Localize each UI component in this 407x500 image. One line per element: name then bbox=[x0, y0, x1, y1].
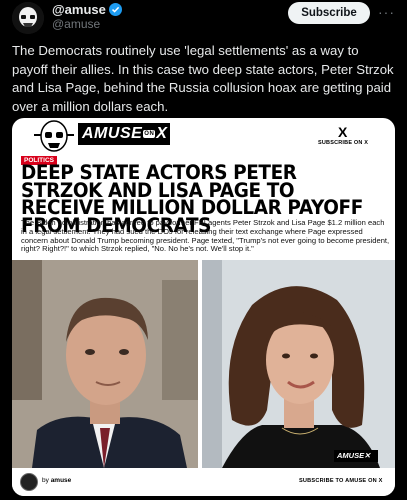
card-logo-bar: AMUSE ON X X SUBSCRIBE ON X bbox=[12, 118, 395, 154]
amuse-watermark-badge: AMUSE✕ bbox=[334, 450, 378, 462]
stormtrooper-logo-icon bbox=[34, 120, 74, 152]
subscribe-on-x-label: SUBSCRIBE ON X bbox=[318, 140, 369, 146]
footer-author: amuse bbox=[50, 477, 72, 484]
footer-byline: by amuse bbox=[42, 477, 71, 484]
x-logo-icon: X bbox=[338, 124, 348, 140]
display-name-text[interactable]: @amuse bbox=[52, 2, 106, 17]
user-handle[interactable]: @amuse bbox=[52, 17, 100, 31]
card-footer: by amuse SUBSCRIBE TO AMUSE ON X bbox=[12, 468, 395, 496]
photo-peter-strzok bbox=[12, 260, 198, 468]
more-dots-icon[interactable]: ··· bbox=[378, 4, 395, 20]
media-card[interactable]: AMUSE ON X X SUBSCRIBE ON X POLITICS DEEP … bbox=[12, 118, 395, 496]
avatar[interactable] bbox=[12, 2, 44, 34]
amuse-logo: AMUSE ON X bbox=[78, 123, 170, 145]
logo-on: ON bbox=[143, 130, 156, 138]
verified-badge-icon bbox=[108, 3, 122, 16]
post-header: @amuse @amuse Subscribe ··· bbox=[10, 0, 400, 34]
footer-avatar bbox=[20, 473, 38, 491]
logo-text: AMUSE bbox=[82, 125, 143, 142]
footer-subscribe-label: SUBSCRIBE TO AMUSE ON X bbox=[299, 478, 383, 484]
summary: The Biden administration has agreed to p… bbox=[21, 218, 390, 254]
photo-lisa-page bbox=[202, 260, 395, 468]
footer-by-word: by bbox=[42, 477, 49, 484]
logo-x: X bbox=[156, 125, 168, 142]
post-text: The Democrats routinely use 'legal settl… bbox=[12, 43, 394, 114]
subscribe-button[interactable]: Subscribe bbox=[288, 2, 370, 24]
display-name[interactable]: @amuse bbox=[52, 2, 122, 17]
